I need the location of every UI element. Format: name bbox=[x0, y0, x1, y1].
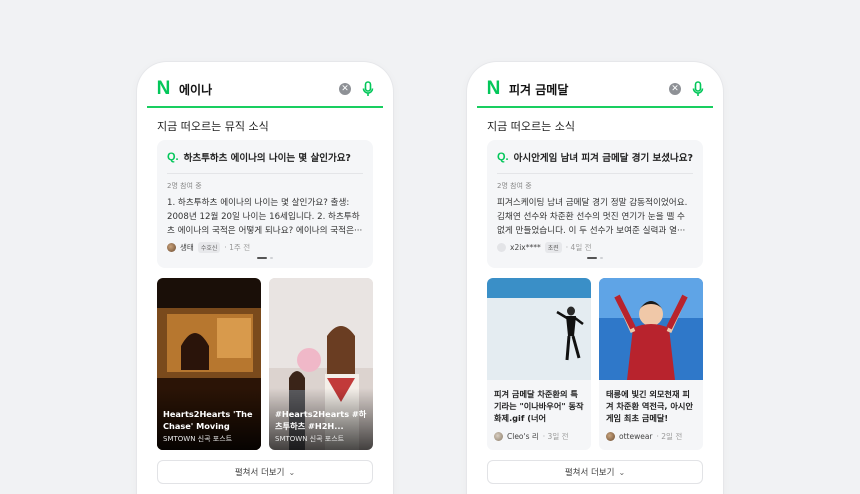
search-bar[interactable]: N 에이나 ✕ bbox=[147, 72, 383, 108]
q-search-icon: Q. bbox=[167, 151, 179, 163]
post-time: · 1주 전 bbox=[224, 243, 251, 252]
avatar bbox=[167, 243, 176, 252]
phone-panel-left: N 에이나 ✕ 지금 떠오르는 뮤직 소식 Q. 하츠투하츠 에이나의 나이는 … bbox=[137, 62, 393, 494]
video-title: #Hearts2Hearts #하츠투하츠 #H2H... bbox=[275, 409, 367, 431]
expand-more-label: 펼쳐서 더보기 bbox=[234, 468, 285, 478]
qa-question[interactable]: Q. 아시안게임 남녀 피겨 금메달 경기 보셨나요? bbox=[497, 150, 693, 164]
news-card[interactable]: 태릉에 빛긴 외모천재 피겨 차준환 역전극, 아시안게임 최초 금메달! ot… bbox=[599, 278, 703, 450]
pagination-dot bbox=[270, 257, 273, 259]
video-source: SMTOWN 신곡 포스트 bbox=[163, 435, 233, 443]
chevron-down-icon: ⌄ bbox=[288, 467, 296, 477]
divider bbox=[497, 173, 693, 174]
naver-logo-icon[interactable]: N bbox=[155, 79, 171, 98]
mic-icon[interactable] bbox=[361, 80, 375, 98]
clear-icon[interactable]: ✕ bbox=[339, 83, 351, 95]
qa-meta: 생태 수호신 · 1주 전 bbox=[167, 242, 363, 253]
expand-more-button[interactable]: 펼쳐서 더보기 ⌄ bbox=[157, 460, 373, 484]
user-name: x2ix**** bbox=[510, 243, 541, 252]
qa-answer: 피겨스케이팅 남녀 금메달 경기 정말 감동적이었어요. 김채연 선수와 차준환… bbox=[497, 198, 688, 236]
news-meta: ottewear · 2일 전 bbox=[606, 431, 682, 442]
avatar bbox=[494, 432, 503, 441]
section-title: 지금 떠오르는 뮤직 소식 bbox=[157, 120, 269, 133]
video-overlay: Hearts2Hearts 'The Chase' Moving Clip...… bbox=[163, 408, 255, 444]
participant-count: 2명 참여 중 bbox=[497, 182, 532, 190]
news-source: Cleo's 리 bbox=[507, 432, 539, 441]
video-card[interactable]: #Hearts2Hearts #하츠투하츠 #H2H... SMTOWN 신곡 … bbox=[269, 278, 373, 450]
clear-icon[interactable]: ✕ bbox=[669, 83, 681, 95]
qa-question-text: 하츠투하츠 에이나의 나이는 몇 살인가요? bbox=[183, 153, 351, 164]
search-query[interactable]: 피겨 금메달 bbox=[509, 81, 669, 98]
video-overlay: #Hearts2Hearts #하츠투하츠 #H2H... SMTOWN 신곡 … bbox=[275, 408, 367, 444]
section-title: 지금 떠오르는 소식 bbox=[487, 120, 575, 133]
mic-icon[interactable] bbox=[691, 80, 705, 98]
participant-count: 2명 참여 중 bbox=[167, 182, 202, 190]
search-query[interactable]: 에이나 bbox=[179, 81, 339, 98]
pagination-dot-active bbox=[587, 257, 597, 259]
qa-question[interactable]: Q. 하츠투하츠 에이나의 나이는 몇 살인가요? bbox=[167, 150, 363, 164]
user-name: 생태 bbox=[180, 243, 194, 252]
video-source: SMTOWN 신곡 포스트 bbox=[275, 435, 345, 443]
user-badge: 초련 bbox=[544, 242, 562, 253]
naver-logo-icon[interactable]: N bbox=[485, 79, 501, 98]
pagination-dot-active bbox=[257, 257, 267, 259]
pagination-dots bbox=[487, 257, 703, 259]
qa-question-text: 아시안게임 남녀 피겨 금메달 경기 보셨나요? bbox=[513, 153, 693, 164]
expand-more-label: 펼쳐서 더보기 bbox=[564, 468, 615, 478]
news-title: 태릉에 빛긴 외모천재 피겨 차준환 역전극, 아시안게임 최초 금메달! bbox=[606, 389, 693, 423]
chevron-down-icon: ⌄ bbox=[618, 467, 626, 477]
video-card[interactable]: Hearts2Hearts 'The Chase' Moving Clip...… bbox=[157, 278, 261, 450]
news-meta: Cleo's 리 · 3일 전 bbox=[494, 431, 569, 442]
qa-card[interactable]: Q. 하츠투하츠 에이나의 나이는 몇 살인가요? 2명 참여 중 1. 하츠투… bbox=[157, 140, 373, 268]
pagination-dots bbox=[157, 257, 373, 259]
avatar bbox=[606, 432, 615, 441]
post-time: · 3일 전 bbox=[542, 432, 569, 441]
phone-panel-right: N 피겨 금메달 ✕ 지금 떠오르는 소식 Q. 아시안게임 남녀 피겨 금메달… bbox=[467, 62, 723, 494]
pagination-dot bbox=[600, 257, 603, 259]
search-bar[interactable]: N 피겨 금메달 ✕ bbox=[477, 72, 713, 108]
video-title: Hearts2Hearts 'The Chase' Moving Clip... bbox=[163, 409, 253, 431]
news-source: ottewear bbox=[619, 432, 653, 441]
qa-answer: 1. 하츠투하츠 에이나의 나이는 몇 살인가요? 출생: 2008년 12월 … bbox=[167, 198, 363, 236]
news-thumbnail bbox=[599, 278, 703, 380]
divider bbox=[167, 173, 363, 174]
news-card[interactable]: 피겨 금메달 차준환의 특기라는 "이나바우어" 동작 화제.gif (너어 C… bbox=[487, 278, 591, 450]
user-badge: 수호신 bbox=[197, 242, 221, 253]
expand-more-button[interactable]: 펼쳐서 더보기 ⌄ bbox=[487, 460, 703, 484]
avatar bbox=[497, 243, 506, 252]
q-search-icon: Q. bbox=[497, 151, 509, 163]
post-time: · 2일 전 bbox=[656, 432, 683, 441]
qa-meta: x2ix**** 초련 · 4일 전 bbox=[497, 242, 693, 253]
post-time: · 4일 전 bbox=[565, 243, 592, 252]
news-thumbnail bbox=[487, 278, 591, 380]
news-title: 피겨 금메달 차준환의 특기라는 "이나바우어" 동작 화제.gif (너어 bbox=[494, 389, 584, 423]
qa-card[interactable]: Q. 아시안게임 남녀 피겨 금메달 경기 보셨나요? 2명 참여 중 피겨스케… bbox=[487, 140, 703, 268]
